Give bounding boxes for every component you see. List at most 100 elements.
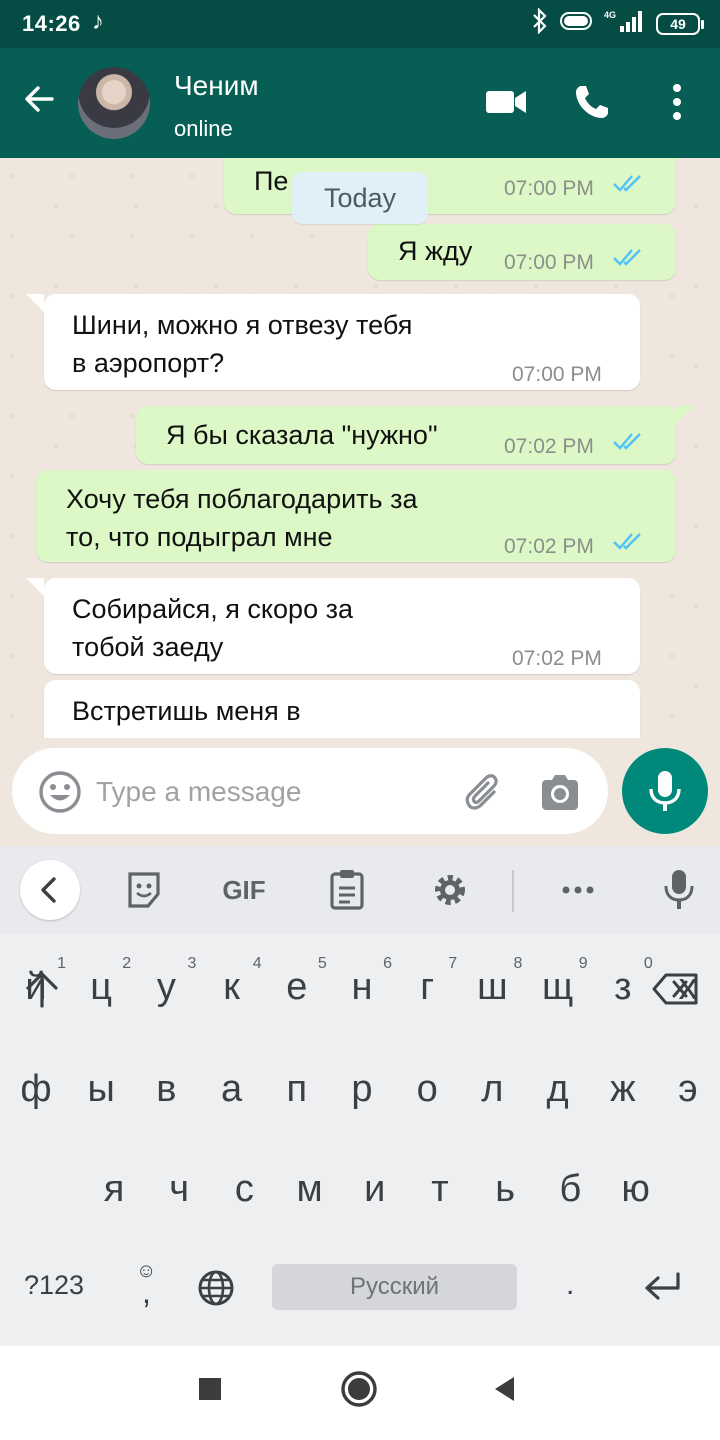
key[interactable]: м <box>278 1144 342 1224</box>
key-label: ы <box>87 1068 115 1110</box>
chevron-left-icon <box>41 877 56 903</box>
more-options-icon[interactable] <box>664 82 690 122</box>
key[interactable]: й1 <box>4 942 68 1022</box>
key-label: м <box>296 1168 323 1210</box>
comma-emoji-key[interactable]: ☺ , <box>132 1260 162 1320</box>
key[interactable]: е5 <box>265 942 329 1022</box>
symbols-key[interactable]: ?123 <box>24 1270 84 1301</box>
key[interactable]: б <box>538 1144 602 1224</box>
bluetooth-icon <box>532 7 548 40</box>
key-label: з <box>614 966 632 1008</box>
back-triangle-icon[interactable] <box>492 1374 518 1404</box>
key[interactable]: т <box>408 1144 472 1224</box>
message-bubble-incoming[interactable]: Собирайся, я скоро за тобой заеду 07:02 … <box>26 578 640 674</box>
key[interactable]: с <box>212 1144 276 1224</box>
clipboard-icon[interactable] <box>328 868 366 912</box>
key[interactable]: г7 <box>395 942 459 1022</box>
message-text: Собирайся, я скоро за тобой заеду <box>72 594 353 662</box>
key-label: щ <box>541 966 574 1008</box>
key[interactable]: з0 <box>591 942 655 1022</box>
read-ticks-icon <box>613 533 641 550</box>
key-label: ь <box>495 1168 516 1210</box>
space-key[interactable]: Русский <box>272 1264 517 1310</box>
key-number-hint: 8 <box>513 955 523 972</box>
back-arrow-icon[interactable] <box>22 82 56 116</box>
emoji-icon[interactable] <box>38 770 82 814</box>
key-number-hint: 0 <box>643 955 653 972</box>
key[interactable]: ш8 <box>460 942 524 1022</box>
read-ticks-icon <box>613 249 641 266</box>
key[interactable]: л <box>460 1044 524 1124</box>
key-label: д <box>546 1068 569 1110</box>
message-bubble-outgoing[interactable]: Я жду 07:00 PM <box>368 224 676 280</box>
key[interactable]: н6 <box>330 942 394 1022</box>
key[interactable]: ц2 <box>69 942 133 1022</box>
keyboard-mic-icon[interactable] <box>662 868 696 912</box>
key[interactable]: ж <box>591 1044 655 1124</box>
key-number-hint: 5 <box>317 955 327 972</box>
message-bubble-outgoing[interactable]: Я бы сказала "нужно" 07:02 PM <box>136 406 694 464</box>
chat-area[interactable]: Today Пе мне 07:00 PM Я жду 07:00 PM Шин… <box>0 158 720 738</box>
key[interactable]: х <box>656 942 720 1022</box>
enter-icon[interactable] <box>642 1270 682 1304</box>
key[interactable]: р <box>330 1044 394 1124</box>
key[interactable]: о <box>395 1044 459 1124</box>
period-key[interactable]: . <box>566 1268 574 1302</box>
avatar[interactable] <box>78 67 150 139</box>
key-number-hint: 6 <box>383 955 392 972</box>
key-label: в <box>156 1068 177 1110</box>
sticker-icon[interactable] <box>124 868 164 912</box>
key-label: э <box>678 1068 698 1110</box>
key-label: е <box>286 966 308 1008</box>
language-globe-icon[interactable] <box>196 1268 236 1308</box>
voice-record-button[interactable] <box>622 748 708 834</box>
voice-call-icon[interactable] <box>572 82 612 122</box>
key[interactable]: щ9 <box>526 942 590 1022</box>
message-time: 07:02 PM <box>504 435 594 458</box>
key-label: л <box>481 1068 504 1110</box>
key[interactable]: ь <box>473 1144 537 1224</box>
message-time: 07:02 PM <box>512 647 602 670</box>
key-label: о <box>416 1068 438 1110</box>
message-bubble-incoming[interactable]: Шини, можно я отвезу тебя в аэропорт? 07… <box>26 294 640 390</box>
key[interactable]: в <box>134 1044 198 1124</box>
key[interactable]: э <box>656 1044 720 1124</box>
key[interactable]: ч <box>147 1144 211 1224</box>
key[interactable]: п <box>265 1044 329 1124</box>
key-label: б <box>559 1168 582 1210</box>
chat-header: Ченим online <box>0 48 720 158</box>
key[interactable]: д <box>526 1044 590 1124</box>
key-label: у <box>156 966 176 1008</box>
key-label: к <box>223 966 240 1008</box>
key[interactable]: к4 <box>200 942 264 1022</box>
key[interactable]: у3 <box>134 942 198 1022</box>
status-icons: 4G 49 <box>532 7 704 40</box>
camera-icon[interactable] <box>538 770 582 814</box>
message-bubble-outgoing[interactable]: Хочу тебя поблагодарить за то, что подыг… <box>36 470 676 562</box>
system-nav-bar <box>0 1346 720 1440</box>
key[interactable]: ю <box>604 1144 668 1224</box>
gif-button[interactable]: GIF <box>214 868 274 912</box>
key-label: ф <box>20 1068 52 1110</box>
contact-name[interactable]: Ченим <box>174 70 259 102</box>
key-label: р <box>351 1068 373 1110</box>
key[interactable]: а <box>200 1044 264 1124</box>
message-input[interactable] <box>96 770 436 814</box>
key-label: ю <box>621 1168 650 1210</box>
message-text: Хочу тебя поблагодарить за то, что подыг… <box>66 484 418 552</box>
keyboard-collapse-button[interactable] <box>20 860 80 920</box>
key[interactable]: ф <box>4 1044 68 1124</box>
more-horizontal-icon[interactable] <box>558 868 598 912</box>
key-label: ж <box>610 1068 636 1110</box>
key[interactable]: я <box>82 1144 146 1224</box>
settings-gear-icon[interactable] <box>430 868 470 912</box>
key[interactable]: и <box>343 1144 407 1224</box>
key[interactable]: ы <box>69 1044 133 1124</box>
message-text: Я бы сказала "нужно" <box>166 420 438 450</box>
network-type-label: 4G <box>604 10 616 20</box>
recents-square-icon[interactable] <box>197 1374 223 1404</box>
message-bubble-incoming[interactable]: Встретишь меня в <box>44 680 640 738</box>
video-call-icon[interactable] <box>484 82 528 122</box>
attach-icon[interactable] <box>464 770 504 814</box>
home-circle-icon[interactable] <box>340 1370 378 1408</box>
